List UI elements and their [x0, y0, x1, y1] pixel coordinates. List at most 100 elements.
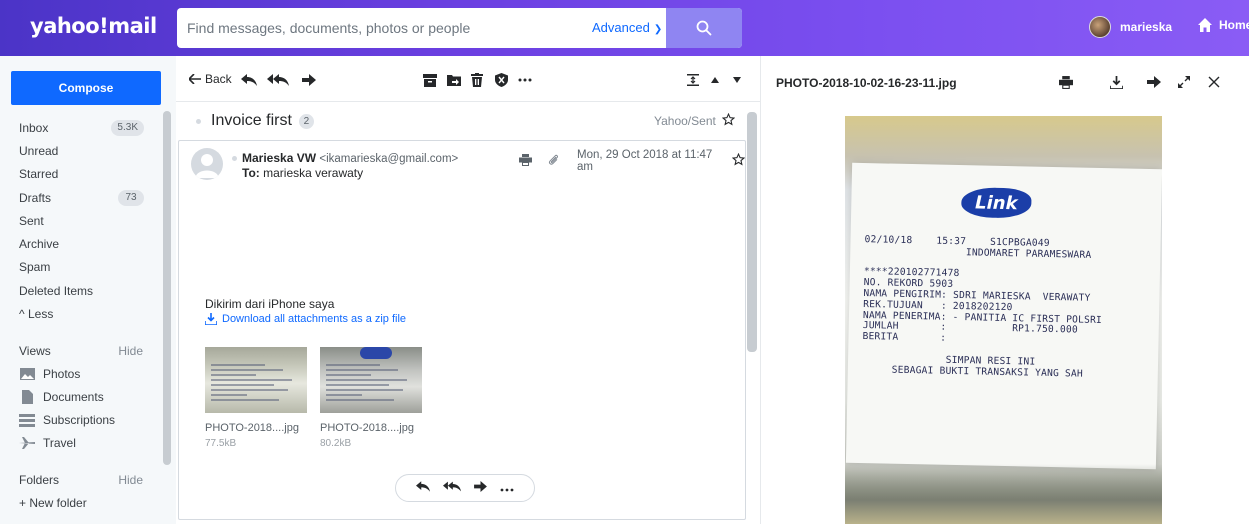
print-button[interactable]	[519, 153, 532, 169]
yahoo-mail-logo[interactable]: yahoo!mail	[30, 14, 157, 38]
sidebar-item-travel[interactable]: Travel	[0, 432, 160, 455]
folders-hide-button[interactable]: Hide	[118, 473, 143, 487]
views-label: Views	[19, 344, 51, 359]
download-icon	[1109, 75, 1123, 89]
message-scrollbar[interactable]	[747, 112, 757, 352]
message-card: Marieska VW <ikamarieska@gmail.com> To: …	[178, 140, 746, 520]
reply-all-button[interactable]	[443, 481, 462, 495]
recipient-name[interactable]: marieska verawaty	[263, 166, 363, 180]
forward-button[interactable]	[1145, 73, 1163, 91]
more-options-button[interactable]	[500, 481, 514, 495]
read-status-dot[interactable]	[196, 118, 201, 124]
subject-text: Invoice first	[211, 112, 292, 129]
reply-button[interactable]	[416, 481, 431, 495]
forward-icon	[302, 74, 316, 86]
forward-button[interactable]	[300, 71, 318, 89]
sidebar-item-label: Deleted Items	[19, 283, 94, 298]
new-folder-button[interactable]: + New folder	[0, 492, 160, 515]
folder-nav: Inbox 5.3K Unread Starred Drafts 73 Sent A…	[0, 116, 160, 515]
expand-button[interactable]	[1175, 73, 1193, 91]
preview-header: PHOTO-2018-10-02-16-23-11.jpg	[761, 56, 1249, 106]
user-name: marieska	[1120, 20, 1173, 34]
message-thread: Invoice first 2 Yahoo/Sent Marieska VW <…	[176, 102, 760, 524]
sidebar-item-archive[interactable]: Archive	[0, 232, 160, 255]
photos-icon	[19, 367, 35, 381]
spam-button[interactable]	[492, 71, 510, 89]
sidebar-item-unread[interactable]: Unread	[0, 139, 160, 162]
reply-all-icon	[267, 74, 289, 86]
message-body: Dikirim dari iPhone saya	[205, 297, 335, 311]
travel-icon	[19, 436, 35, 450]
sidebar-item-deleted-items[interactable]: Deleted Items	[0, 279, 160, 302]
close-icon	[1208, 76, 1220, 88]
reply-all-button[interactable]	[267, 71, 289, 89]
folders-label: Folders	[19, 473, 60, 488]
print-button[interactable]	[1057, 73, 1075, 91]
attachment-thumbnail[interactable]	[320, 347, 422, 413]
next-message-button[interactable]	[728, 71, 746, 89]
sender-line: Marieska VW <ikamarieska@gmail.com>	[232, 151, 458, 165]
sender-name[interactable]: Marieska VW	[242, 151, 316, 165]
more-options-button[interactable]	[516, 71, 534, 89]
message-toolbar: Back	[176, 56, 760, 102]
receipt-photo: Link 02/10/18 15:37 S1CPBGA049 INDOMARET…	[845, 116, 1162, 524]
folders-section-header: Folders Hide	[0, 469, 160, 492]
sidebar-item-label: Archive	[19, 237, 60, 252]
archive-button[interactable]	[421, 71, 439, 89]
search-button[interactable]	[666, 8, 742, 48]
avatar	[1089, 16, 1111, 38]
sidebar-item-documents[interactable]: Documents	[0, 386, 160, 409]
shield-icon	[494, 73, 508, 87]
expand-icon	[1178, 76, 1190, 88]
presence-dot	[232, 156, 237, 162]
download-all-label: Download all attachments as a zip file	[222, 313, 407, 325]
previous-message-button[interactable]	[706, 71, 724, 89]
folder-tag-label: Yahoo/Sent	[654, 114, 716, 128]
compose-button[interactable]: Compose	[11, 71, 161, 105]
attachment-name: PHOTO-2018....jpg	[205, 422, 299, 434]
printer-icon	[519, 153, 532, 166]
attachment-thumbnail[interactable]	[205, 347, 307, 413]
views-hide-button[interactable]: Hide	[118, 344, 143, 358]
sidebar-scrollbar[interactable]	[163, 111, 171, 465]
sidebar-item-label: ^ Less	[19, 307, 54, 322]
reply-icon	[416, 481, 431, 492]
delete-button[interactable]	[468, 71, 486, 89]
attachment-item[interactable]: PHOTO-2018....jpg 80.2kB	[320, 347, 422, 449]
more-icon	[518, 78, 532, 82]
thread-count-badge: 2	[298, 113, 314, 129]
archive-icon	[423, 73, 437, 87]
sidebar-item-starred[interactable]: Starred	[0, 163, 160, 186]
photo-background	[845, 464, 1162, 524]
download-all-link[interactable]: Download all attachments as a zip file	[205, 313, 406, 325]
sidebar-item-sent[interactable]: Sent	[0, 209, 160, 232]
advanced-search-button[interactable]: Advanced ❯	[592, 20, 662, 35]
sidebar-item-label: Photos	[43, 367, 81, 382]
sidebar-item-drafts[interactable]: Drafts 73	[0, 186, 160, 209]
star-icon[interactable]	[721, 112, 736, 129]
sidebar-item-inbox[interactable]: Inbox 5.3K	[0, 116, 160, 139]
sender-email[interactable]: <ikamarieska@gmail.com>	[319, 153, 458, 165]
link-logo: Link	[961, 187, 1032, 219]
subscriptions-icon	[19, 413, 35, 427]
sidebar-less-toggle[interactable]: ^ Less	[0, 302, 160, 325]
home-link[interactable]: Home	[1197, 17, 1249, 33]
sidebar-item-subscriptions[interactable]: Subscriptions	[0, 409, 160, 432]
forward-button[interactable]	[473, 481, 487, 495]
preview-filename: PHOTO-2018-10-02-16-23-11.jpg	[776, 76, 957, 90]
close-button[interactable]	[1205, 73, 1223, 91]
user-menu[interactable]: marieska	[1089, 16, 1172, 38]
back-button[interactable]: Back	[189, 72, 232, 86]
collapse-all-button[interactable]	[684, 71, 702, 89]
sidebar-item-photos[interactable]: Photos	[0, 363, 160, 386]
reply-button[interactable]	[240, 71, 258, 89]
printer-icon	[1059, 75, 1073, 89]
search-input[interactable]	[177, 8, 577, 48]
sidebar-item-spam[interactable]: Spam	[0, 256, 160, 279]
recipient-line: To: marieska verawaty	[242, 166, 363, 180]
attachment-item[interactable]: PHOTO-2018....jpg 77.5kB	[205, 347, 307, 449]
download-button[interactable]	[1107, 73, 1125, 91]
unread-count-badge: 5.3K	[111, 119, 144, 136]
star-icon[interactable]	[731, 152, 746, 169]
move-button[interactable]	[445, 71, 463, 89]
